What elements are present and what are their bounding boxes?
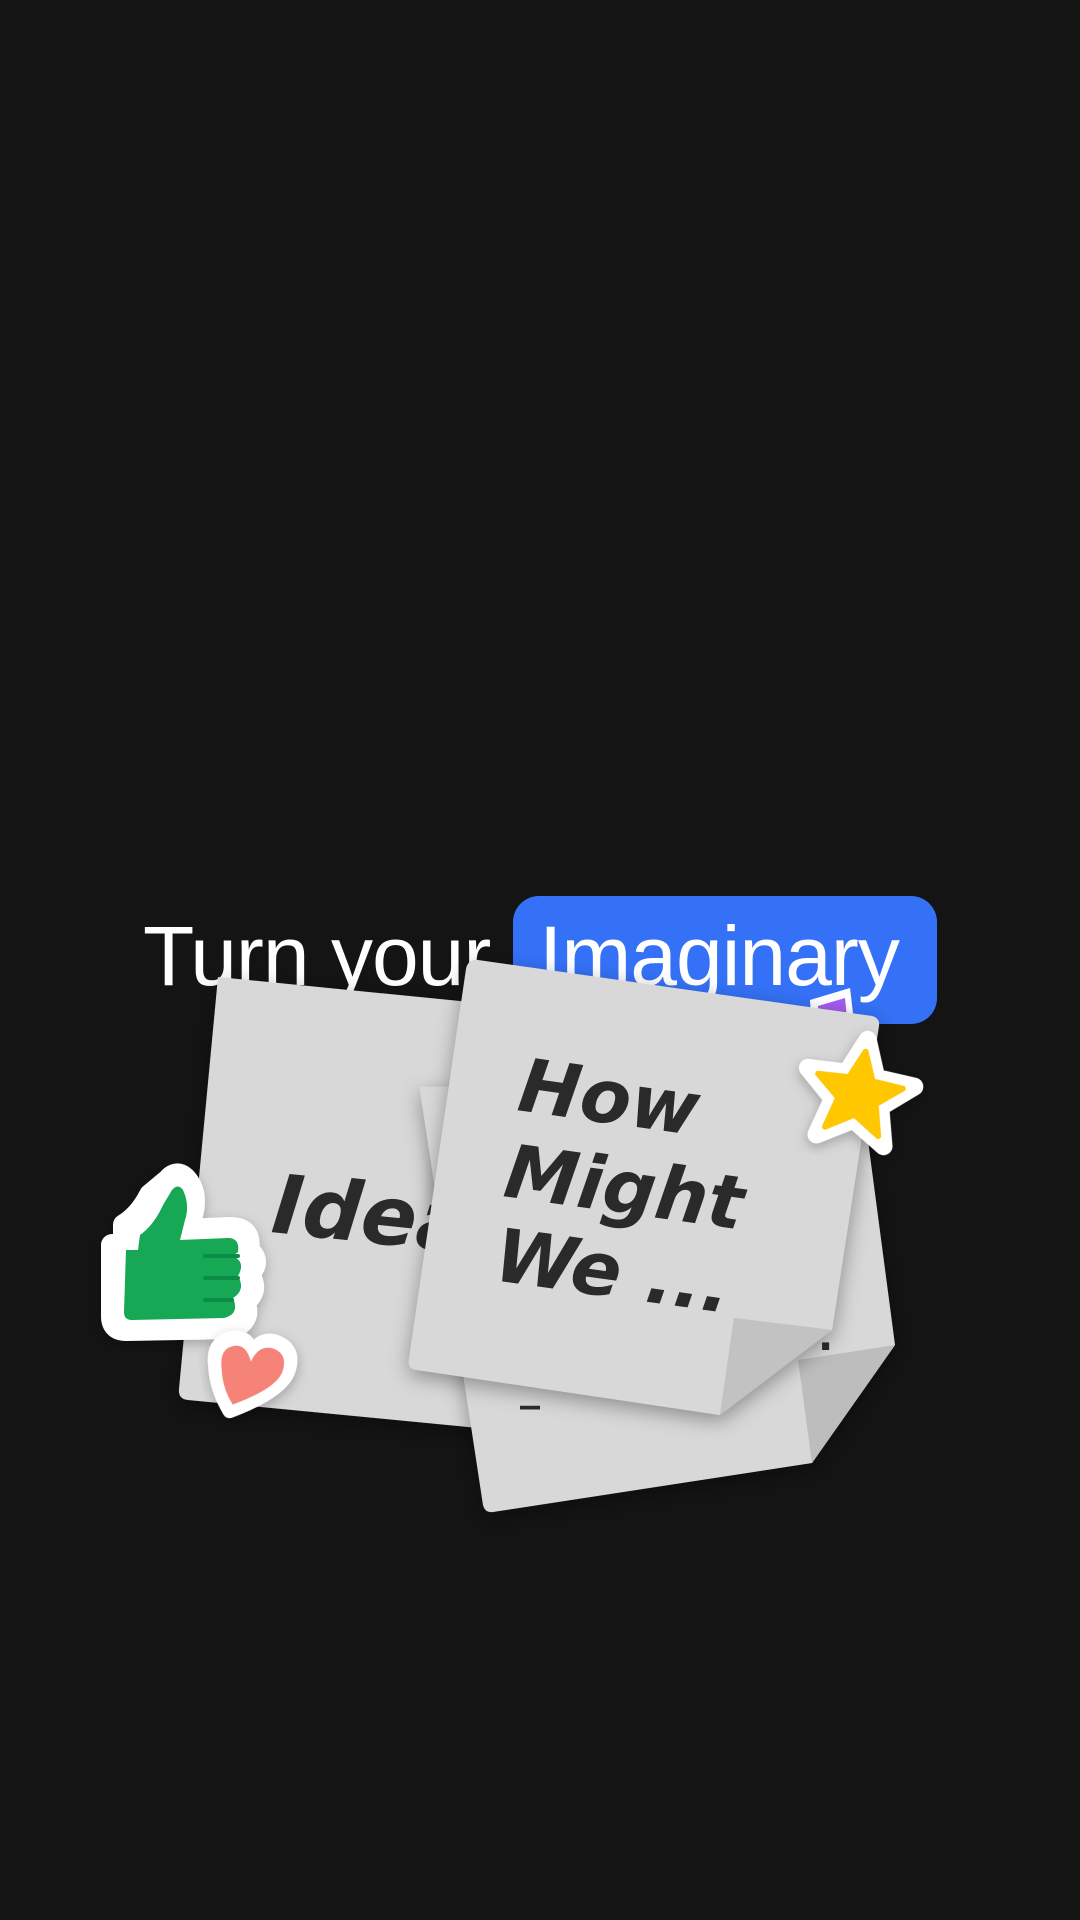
sticky-notes-illustration: Idea . _ How Might We ... — [101, 959, 924, 1513]
